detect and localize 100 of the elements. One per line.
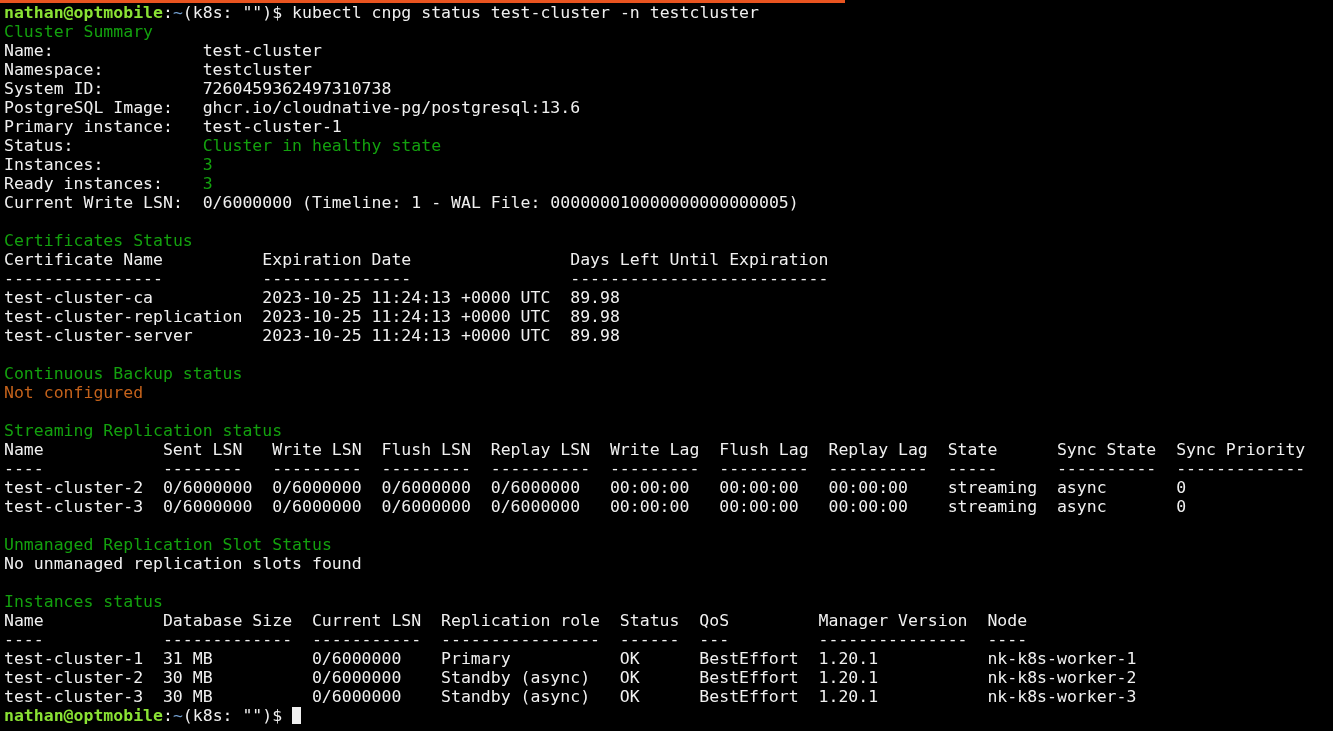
table-cell: 0/6000000 bbox=[381, 497, 471, 516]
table-cell: OK bbox=[619, 668, 640, 687]
section-title: Streaming Replication status bbox=[4, 421, 283, 440]
table-cell: test-cluster-1 bbox=[4, 649, 144, 668]
table-cell: 89.98 bbox=[570, 307, 620, 326]
table-cell: 0/6000000 bbox=[272, 478, 362, 497]
column-header: Name bbox=[4, 440, 44, 459]
column-header: Sync State bbox=[1056, 440, 1157, 459]
header-underline: ------------- bbox=[162, 630, 293, 649]
table-cell: test-cluster-ca bbox=[4, 288, 153, 307]
table-cell: 0/6000000 bbox=[490, 497, 581, 516]
header-underline: -------- bbox=[162, 459, 243, 478]
table-cell: 89.98 bbox=[570, 326, 620, 345]
column-header: Days Left Until Expiration bbox=[570, 250, 829, 269]
table-cell: BestEffort bbox=[699, 668, 799, 687]
table-cell: Standby (async) bbox=[441, 687, 591, 706]
header-underline: --------- bbox=[381, 459, 471, 478]
table-cell: 89.98 bbox=[570, 288, 620, 307]
table-cell: 0/6000000 bbox=[162, 478, 253, 497]
text-cursor bbox=[292, 707, 302, 724]
command-text: kubectl cnpg status test-cluster -n testcluster bbox=[292, 3, 759, 22]
table-cell: 2023-10-25 11:24:13 +0000 UTC bbox=[262, 307, 551, 326]
header-underline: --------- bbox=[609, 459, 700, 478]
table-cell: 0/6000000 bbox=[311, 668, 402, 687]
header-underline: ---- bbox=[4, 630, 44, 649]
column-header: Flush Lag bbox=[719, 440, 809, 459]
field-label: PostgreSQL Image: bbox=[4, 98, 174, 117]
status-message: No unmanaged replication slots found bbox=[4, 554, 362, 573]
column-header: Flush LSN bbox=[381, 440, 471, 459]
column-header: Write Lag bbox=[609, 440, 700, 459]
field-label: Namespace: bbox=[4, 60, 105, 79]
table-cell: test-cluster-2 bbox=[4, 478, 144, 497]
header-underline: --- bbox=[699, 630, 730, 649]
table-cell: test-cluster-replication bbox=[4, 307, 243, 326]
field-value: 3 bbox=[202, 155, 213, 174]
table-cell: 0/6000000 bbox=[162, 497, 253, 516]
field-label: Ready instances: bbox=[4, 174, 164, 193]
table-cell: test-cluster-3 bbox=[4, 687, 144, 706]
table-cell: 00:00:00 bbox=[719, 478, 799, 497]
table-cell: 00:00:00 bbox=[828, 478, 908, 497]
table-cell: OK bbox=[619, 687, 640, 706]
table-cell: Primary bbox=[441, 649, 511, 668]
table-cell: 1.20.1 bbox=[818, 649, 879, 668]
column-header: QoS bbox=[699, 611, 730, 630]
table-cell: 00:00:00 bbox=[609, 497, 690, 516]
table-cell: nk-k8s-worker-1 bbox=[987, 649, 1137, 668]
shell-prompt: nathan@optmobile:~(k8s: "")$ bbox=[4, 3, 283, 22]
field-value: test-cluster bbox=[202, 41, 322, 60]
table-cell: 30 MB bbox=[162, 687, 213, 706]
table-cell: 0/6000000 bbox=[311, 687, 402, 706]
header-underline: ---------- bbox=[1056, 459, 1157, 478]
field-value: testcluster bbox=[202, 60, 312, 79]
table-cell: 30 MB bbox=[162, 668, 213, 687]
column-header: Database Size bbox=[162, 611, 293, 630]
table-cell: nk-k8s-worker-2 bbox=[987, 668, 1137, 687]
field-label: System ID: bbox=[4, 79, 105, 98]
column-header: Node bbox=[987, 611, 1028, 630]
table-cell: test-cluster-3 bbox=[4, 497, 144, 516]
table-cell: 00:00:00 bbox=[719, 497, 799, 516]
table-cell: test-cluster-server bbox=[4, 326, 193, 345]
field-value: Cluster in healthy state bbox=[202, 136, 442, 155]
table-cell: 0/6000000 bbox=[272, 497, 362, 516]
column-header: Status bbox=[619, 611, 680, 630]
table-cell: async bbox=[1056, 478, 1107, 497]
field-value: test-cluster-1 bbox=[202, 117, 342, 136]
section-title: Certificates Status bbox=[4, 231, 193, 250]
table-cell: streaming bbox=[947, 497, 1038, 516]
table-cell: streaming bbox=[947, 478, 1038, 497]
column-header: Write LSN bbox=[272, 440, 362, 459]
header-underline: --------- bbox=[272, 459, 362, 478]
header-underline: ---------- bbox=[828, 459, 928, 478]
table-cell: 0/6000000 bbox=[311, 649, 402, 668]
header-underline: --------------- bbox=[818, 630, 968, 649]
column-header: Expiration Date bbox=[262, 250, 412, 269]
table-cell: nk-k8s-worker-3 bbox=[987, 687, 1137, 706]
header-underline: --------- bbox=[719, 459, 809, 478]
table-cell: 0 bbox=[1176, 497, 1187, 516]
header-underline: ---- bbox=[4, 459, 44, 478]
field-label: Primary instance: bbox=[4, 117, 174, 136]
header-underline: ----------- bbox=[311, 630, 422, 649]
table-cell: 00:00:00 bbox=[828, 497, 908, 516]
header-underline: ---- bbox=[987, 630, 1028, 649]
field-label: Current Write LSN: bbox=[4, 193, 184, 212]
header-underline: ---------- bbox=[490, 459, 591, 478]
header-underline: -------------------------- bbox=[570, 269, 829, 288]
table-cell: BestEffort bbox=[699, 687, 799, 706]
column-header: Replay Lag bbox=[828, 440, 928, 459]
header-underline: ------------- bbox=[1176, 459, 1306, 478]
table-cell: test-cluster-2 bbox=[4, 668, 144, 687]
table-cell: 31 MB bbox=[162, 649, 213, 668]
section-title: Cluster Summary bbox=[4, 22, 153, 41]
column-header: Manager Version bbox=[818, 611, 968, 630]
field-label: Name: bbox=[4, 41, 55, 60]
table-cell: 0/6000000 bbox=[381, 478, 471, 497]
table-cell: Standby (async) bbox=[441, 668, 591, 687]
header-underline: ---------------- bbox=[4, 269, 163, 288]
column-header: Sent LSN bbox=[162, 440, 243, 459]
column-header: Current LSN bbox=[311, 611, 422, 630]
table-cell: 2023-10-25 11:24:13 +0000 UTC bbox=[262, 326, 551, 345]
table-cell: 1.20.1 bbox=[818, 668, 879, 687]
